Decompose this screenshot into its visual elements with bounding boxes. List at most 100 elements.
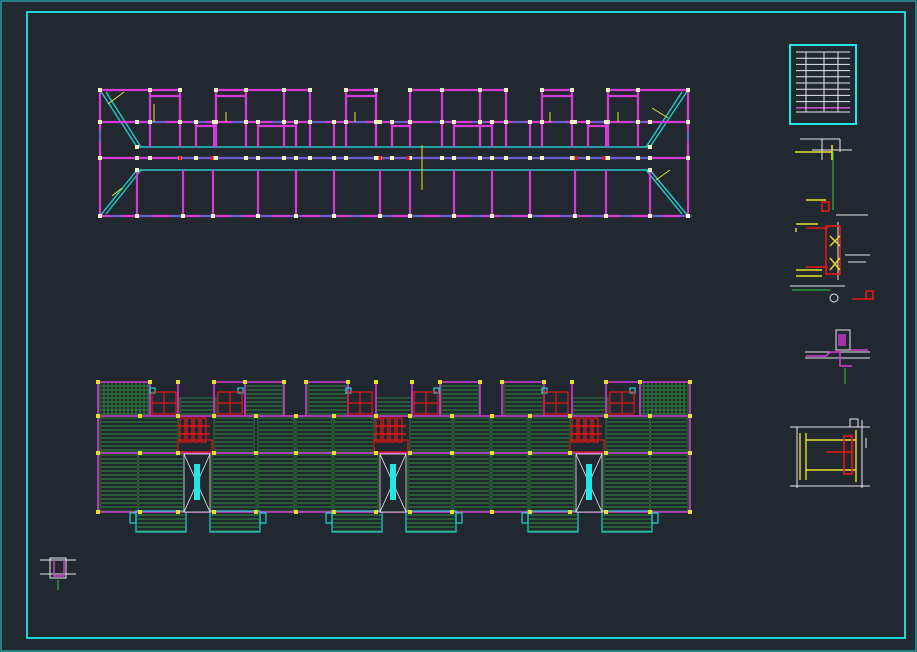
plan-column	[540, 156, 544, 160]
plan-column	[344, 88, 348, 92]
plan-column	[540, 88, 544, 92]
plan-column	[256, 156, 260, 160]
stair-flight	[194, 464, 200, 500]
plan-column	[244, 120, 248, 124]
slab-column	[688, 451, 692, 455]
plan-column	[686, 214, 690, 218]
slab-column	[96, 451, 100, 455]
plan-column	[528, 214, 532, 218]
plan-column	[211, 214, 215, 218]
slab-column	[688, 510, 692, 514]
slab-column	[450, 414, 454, 418]
plan-column	[244, 156, 248, 160]
plan-column	[648, 214, 652, 218]
plan-column	[452, 120, 456, 124]
plan-column	[504, 156, 508, 160]
plan-column	[504, 120, 508, 124]
plan-red-mark	[210, 156, 214, 160]
slab-column	[346, 380, 350, 384]
slab-column	[528, 510, 532, 514]
slab-column	[332, 414, 336, 418]
plan-column	[194, 156, 198, 160]
slab-column	[528, 451, 532, 455]
stair-flight	[586, 464, 592, 500]
plan-column	[490, 120, 494, 124]
slab-column	[332, 451, 336, 455]
slab-column	[212, 414, 216, 418]
plan-column	[178, 120, 182, 124]
plan-column	[374, 156, 378, 160]
plan-column	[686, 156, 690, 160]
slab-column	[688, 380, 692, 384]
cad-viewport[interactable]	[0, 0, 917, 652]
slab-column	[96, 380, 100, 384]
slab-column	[542, 380, 546, 384]
plan-column	[636, 88, 640, 92]
plan-column	[540, 120, 544, 124]
plan-column	[256, 214, 260, 218]
plan-column	[408, 88, 412, 92]
plan-column	[178, 88, 182, 92]
slab-column	[374, 510, 378, 514]
slab-column	[570, 380, 574, 384]
plan-column	[452, 156, 456, 160]
slab-column	[500, 380, 504, 384]
plan-column	[570, 88, 574, 92]
slab-column	[212, 510, 216, 514]
plan-column	[344, 120, 348, 124]
slab-column	[648, 414, 652, 418]
slab-column	[176, 414, 180, 418]
plan-column	[98, 156, 102, 160]
slab-column	[176, 510, 180, 514]
slab-column	[148, 380, 152, 384]
plan-column	[440, 156, 444, 160]
slab-column	[568, 451, 572, 455]
slab-column	[282, 380, 286, 384]
plan-column	[135, 120, 139, 124]
plan-column	[378, 214, 382, 218]
slab-column	[604, 510, 608, 514]
slab-column	[604, 451, 608, 455]
slab-column	[294, 451, 298, 455]
plan-column	[214, 156, 218, 160]
plan-column	[390, 156, 394, 160]
slab-column	[294, 414, 298, 418]
slab-column	[490, 451, 494, 455]
plan-column	[440, 120, 444, 124]
plan-column	[648, 120, 652, 124]
slab-column	[304, 380, 308, 384]
slab-column	[254, 451, 258, 455]
plan-column	[528, 156, 532, 160]
slab-column	[294, 510, 298, 514]
plan-column	[390, 120, 394, 124]
slab-column	[568, 510, 572, 514]
slab-column	[254, 510, 258, 514]
plan-column	[606, 156, 610, 160]
plan-column	[528, 120, 532, 124]
plan-column	[374, 120, 378, 124]
plan-column	[294, 214, 298, 218]
slab-column	[604, 380, 608, 384]
plan-column	[181, 214, 185, 218]
slab-column	[408, 510, 412, 514]
slab-column	[450, 510, 454, 514]
slab-column	[438, 380, 442, 384]
plan-column	[256, 120, 260, 124]
slab-column	[176, 451, 180, 455]
plan-column	[98, 88, 102, 92]
plan-column	[294, 156, 298, 160]
plan-column	[606, 120, 610, 124]
slab-column	[688, 414, 692, 418]
plan-column	[308, 156, 312, 160]
slab-column	[374, 380, 378, 384]
plan-column	[636, 156, 640, 160]
plan-column	[648, 168, 652, 172]
plan-column	[408, 120, 412, 124]
plan-column	[478, 88, 482, 92]
plan-red-mark	[602, 156, 606, 160]
plan-red-mark	[406, 156, 410, 160]
slab-column	[96, 414, 100, 418]
slab-column	[374, 451, 378, 455]
plan-column	[98, 214, 102, 218]
plan-column	[135, 214, 139, 218]
